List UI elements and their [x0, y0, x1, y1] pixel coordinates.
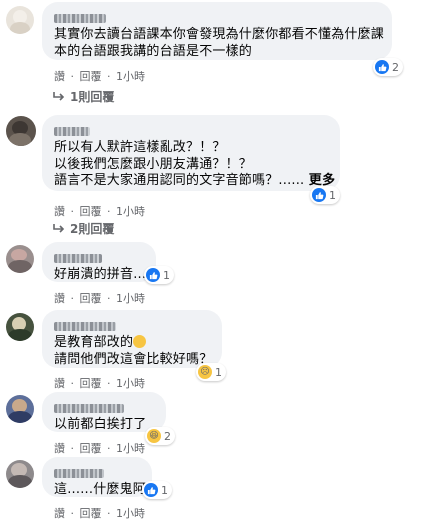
reaction-count[interactable]: 1 — [310, 186, 340, 204]
view-replies-link[interactable]: 2則回覆 — [52, 220, 114, 237]
reaction-count[interactable]: 1 — [142, 481, 172, 499]
comment-bubble: 好崩潰的拼音... — [42, 242, 156, 282]
separator: · — [107, 70, 111, 83]
timestamp[interactable]: 1小時 — [116, 442, 145, 455]
replies-label: 1則回覆 — [70, 90, 115, 104]
like-button[interactable]: 讚 — [54, 292, 65, 305]
separator: · — [70, 70, 75, 83]
avatar[interactable] — [6, 395, 34, 423]
separator: · — [70, 507, 75, 520]
separator: · — [70, 442, 75, 455]
separator: · — [70, 377, 75, 390]
reply-button[interactable]: 回覆 — [80, 205, 102, 218]
reply-button[interactable]: 回覆 — [80, 70, 102, 83]
author-name[interactable] — [54, 322, 116, 331]
reply-button[interactable]: 回覆 — [80, 292, 102, 305]
comment-text-line: 以前都白挨打了 — [54, 417, 147, 432]
separator: · — [70, 292, 75, 305]
like-button[interactable]: 讚 — [54, 70, 65, 83]
separator: · — [107, 442, 111, 455]
comment-text-line: 這......什麼鬼阿 — [54, 482, 146, 497]
comment-bubble: 所以有人默許這樣亂改？！？ 以後我們怎麼跟小朋友溝通？！？ 語言不是大家通用認同… — [42, 115, 340, 191]
timestamp[interactable]: 1小時 — [116, 292, 145, 305]
author-name[interactable] — [54, 404, 124, 413]
comment-text-line: 本的台語跟我講的台語是不一樣的 — [54, 43, 253, 59]
comment-text-line: 請問他們改這會比較好嗎？ — [54, 351, 213, 367]
like-button[interactable]: 讚 — [54, 377, 65, 390]
reaction-count[interactable]: 2 — [373, 58, 403, 76]
avatar[interactable] — [6, 460, 34, 488]
comment-text-line: 語言不是大家通用認同的文字音節嗎？...... 更多 — [54, 173, 336, 188]
comment-actions: 讚 · 回覆 · 1小時 — [54, 203, 147, 219]
comment-text-line: 所以有人默許這樣亂改？！？ — [54, 140, 226, 155]
comment-actions: 讚 · 回覆 · 1小時 — [54, 440, 147, 456]
separator: · — [107, 205, 111, 218]
author-name[interactable] — [54, 14, 106, 23]
timestamp[interactable]: 1小時 — [116, 205, 145, 218]
comment-actions: 讚 · 回覆 · 1小時 — [54, 68, 147, 84]
author-name[interactable] — [54, 469, 104, 478]
reaction-count[interactable]: ☹ 1 — [196, 363, 226, 381]
separator: · — [107, 292, 111, 305]
timestamp[interactable]: 1小時 — [116, 377, 145, 390]
comment-actions: 讚 · 回覆 · 1小時 — [54, 505, 147, 521]
like-reaction-icon — [312, 188, 326, 202]
separator: · — [107, 507, 111, 520]
avatar[interactable] — [6, 313, 34, 341]
like-button[interactable]: 讚 — [54, 442, 65, 455]
replies-label: 2則回覆 — [70, 222, 115, 236]
separator: · — [107, 377, 111, 390]
separator: · — [70, 205, 75, 218]
avatar[interactable] — [6, 245, 34, 273]
comment-bubble: 以前都白挨打了 — [42, 392, 166, 432]
reply-button[interactable]: 回覆 — [80, 507, 102, 520]
view-replies-link[interactable]: 1則回覆 — [52, 88, 114, 105]
author-name[interactable] — [54, 127, 90, 136]
author-name[interactable] — [54, 254, 102, 263]
comment-bubble: 其實你去讀台語課本你會發現為什麼你都看不懂為什麼課 本的台語跟我講的台語是不一樣… — [42, 2, 392, 60]
reply-button[interactable]: 回覆 — [80, 377, 102, 390]
comment-text-line: 其實你去讀台語課本你會發現為什麼你都看不懂為什麼課 — [54, 27, 385, 42]
timestamp[interactable]: 1小時 — [116, 507, 145, 520]
timestamp[interactable]: 1小時 — [116, 70, 145, 83]
reaction-count[interactable]: 😆 2 — [145, 427, 175, 445]
comment-bubble: 是教育部改的 請問他們改這會比較好嗎？ — [42, 310, 222, 368]
avatar[interactable] — [6, 6, 34, 34]
comment-actions: 讚 · 回覆 · 1小時 — [54, 290, 147, 306]
comment-bubble: 這......什麼鬼阿 — [42, 457, 152, 497]
comment-text-line: 以後我們怎麼跟小朋友溝通？！？ — [54, 156, 253, 172]
smile-emoji-icon — [133, 335, 147, 348]
comment-text-line: 是教育部改的 — [54, 335, 210, 352]
like-reaction-icon — [144, 483, 158, 497]
reaction-count[interactable]: 1 — [144, 266, 174, 284]
reply-button[interactable]: 回覆 — [80, 442, 102, 455]
like-reaction-icon — [146, 268, 160, 282]
like-button[interactable]: 讚 — [54, 507, 65, 520]
haha-reaction-icon: 😆 — [147, 429, 161, 443]
like-button[interactable]: 讚 — [54, 205, 65, 218]
comment-actions: 讚 · 回覆 · 1小時 — [54, 375, 147, 391]
comment-text-line: 好崩潰的拼音... — [54, 267, 147, 282]
like-reaction-icon — [375, 60, 389, 74]
reply-arrow-icon — [53, 223, 65, 233]
sad-reaction-icon: ☹ — [198, 365, 212, 379]
avatar[interactable] — [6, 116, 36, 146]
reply-arrow-icon — [53, 91, 65, 101]
